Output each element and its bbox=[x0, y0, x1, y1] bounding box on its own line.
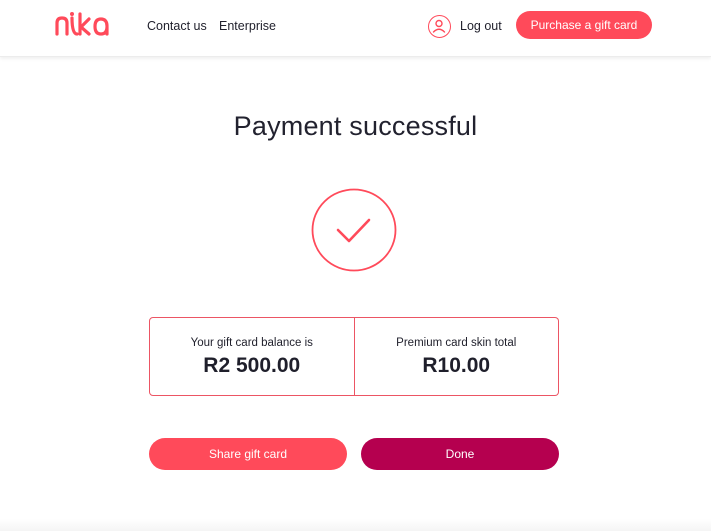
gift-card-balance-value: R2 500.00 bbox=[203, 354, 301, 377]
logout-label: Log out bbox=[460, 19, 502, 33]
logout-button[interactable]: Log out bbox=[428, 13, 502, 39]
nika-logo[interactable] bbox=[55, 10, 113, 40]
page-title: Payment successful bbox=[233, 111, 478, 141]
card-skin-total-label: Premium card skin total bbox=[396, 337, 517, 349]
done-button[interactable]: Done bbox=[361, 438, 559, 470]
payment-summary: Your gift card balance is R2 500.00 Prem… bbox=[149, 317, 559, 396]
check-icon bbox=[311, 188, 397, 272]
nav-contact-us[interactable]: Contact us bbox=[147, 19, 207, 33]
page-bottom-edge bbox=[0, 519, 711, 531]
card-skin-total-value: R10.00 bbox=[422, 354, 491, 377]
user-icon bbox=[428, 14, 451, 38]
share-gift-card-button[interactable]: Share gift card bbox=[149, 438, 347, 470]
purchase-gift-card-button[interactable]: Purchase a gift card bbox=[516, 11, 652, 39]
gift-card-balance-label: Your gift card balance is bbox=[190, 337, 313, 349]
card-skin-total-box: Premium card skin total R10.00 bbox=[354, 317, 559, 396]
nav-enterprise[interactable]: Enterprise bbox=[219, 19, 276, 33]
top-navigation-bar: Contact us Enterprise Log out Purchase a… bbox=[0, 0, 711, 57]
gift-card-balance-box: Your gift card balance is R2 500.00 bbox=[149, 317, 355, 396]
